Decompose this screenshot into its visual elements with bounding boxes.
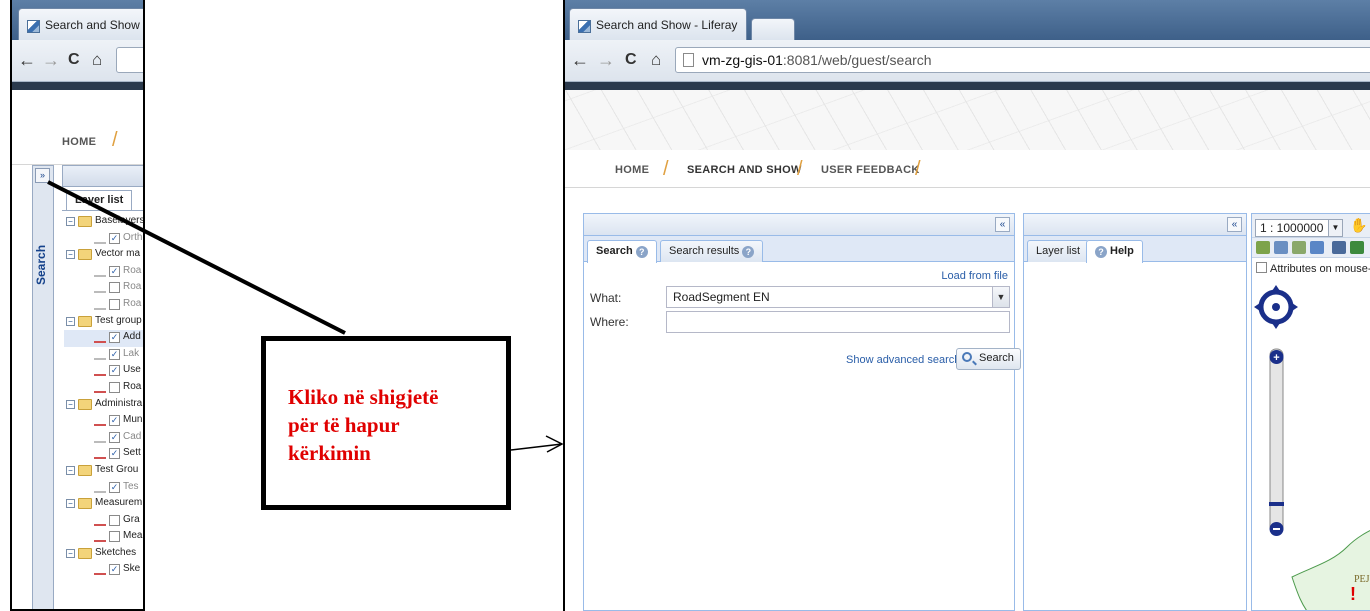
callout-line-2: për të hapur	[288, 413, 400, 437]
arrow-line	[510, 443, 563, 451]
callout-line-1: Kliko në shigjetë	[288, 385, 439, 409]
callout-line-3: kërkimin	[288, 441, 371, 465]
annotation-arrows	[47, 180, 564, 453]
annotation-callout: Kliko në shigjetë për të hapur kërkimin	[261, 336, 511, 510]
callout-text: Kliko në shigjetë për të hapur kërkimin	[288, 383, 506, 467]
pointer-line	[47, 180, 346, 335]
